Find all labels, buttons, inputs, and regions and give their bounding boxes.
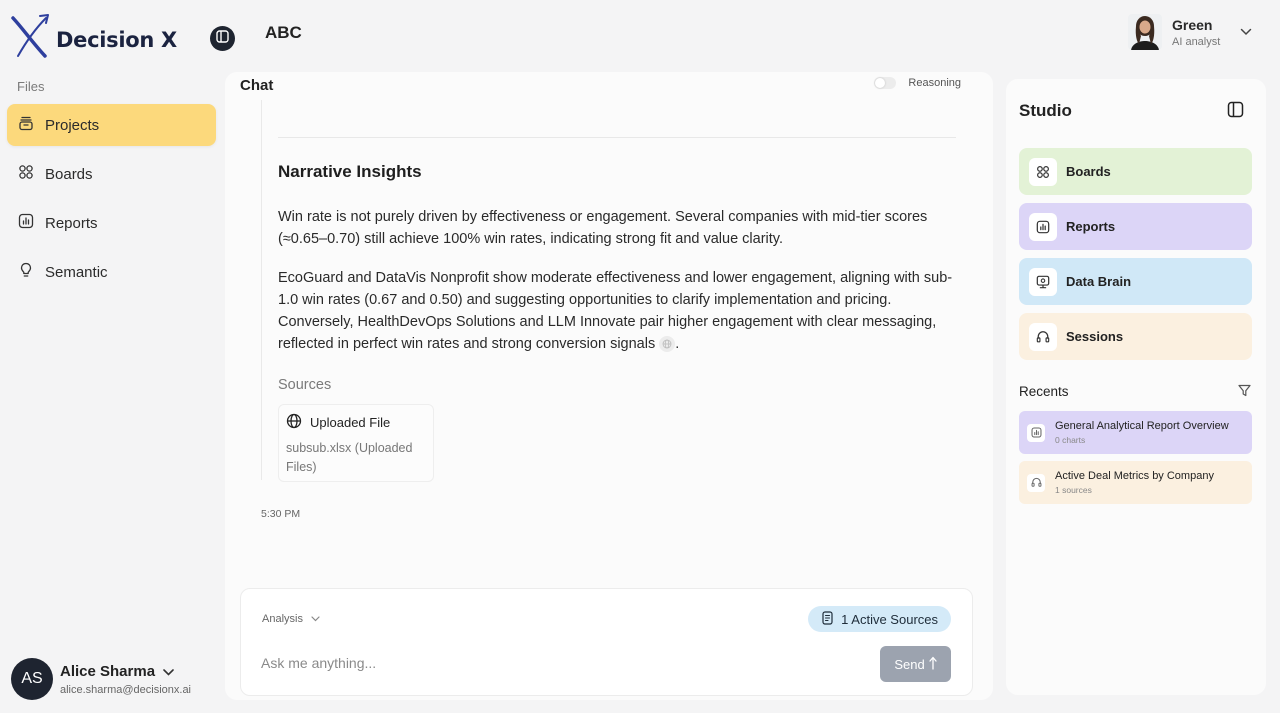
message-paragraph-end: . <box>675 336 680 352</box>
bar-chart-icon <box>1027 423 1045 442</box>
logo-x-icon <box>10 14 50 65</box>
tile-label: Boards <box>1066 164 1111 179</box>
user-role: AI analyst <box>1172 35 1221 48</box>
filter-icon[interactable] <box>1238 384 1251 402</box>
studio-tile-sessions[interactable]: Sessions <box>1019 313 1252 360</box>
studio-tile-reports[interactable]: Reports <box>1019 203 1252 250</box>
analysis-mode-select[interactable]: Analysis <box>262 613 320 625</box>
folder-stack-icon <box>18 115 34 135</box>
divider <box>278 137 956 138</box>
send-button[interactable]: Send <box>880 646 951 682</box>
bar-chart-icon <box>18 213 34 233</box>
studio-panel: Studio Boards Reports Data Brain Session… <box>1006 79 1266 695</box>
sidebar-item-semantic[interactable]: Semantic <box>7 251 216 293</box>
active-sources-label: 1 Active Sources <box>841 611 938 627</box>
reasoning-label: Reasoning <box>908 77 961 89</box>
tile-label: Data Brain <box>1066 274 1132 289</box>
message-paragraph: EcoGuard and DataVis Nonprofit show mode… <box>278 267 968 355</box>
sidebar-item-label: Projects <box>45 116 100 134</box>
source-description: subsub.xlsx (Uploaded Files) <box>286 441 413 474</box>
monitor-brain-icon <box>1029 267 1057 296</box>
send-label: Send <box>894 656 925 672</box>
source-title: Uploaded File <box>310 415 391 430</box>
headset-icon <box>1029 322 1057 351</box>
tile-label: Sessions <box>1066 329 1124 344</box>
account-menu[interactable]: AS Alice Sharma alice.sharma@decisionx.a… <box>11 658 191 700</box>
recent-subtitle: 1 sources <box>1055 485 1092 495</box>
active-sources-badge[interactable]: 1 Active Sources <box>808 606 951 632</box>
chat-title: Chat <box>240 77 274 94</box>
sidebar-item-label: Reports <box>45 214 98 232</box>
sources-label: Sources <box>278 377 332 393</box>
user-avatar <box>1128 14 1162 50</box>
citation-globe-icon[interactable] <box>659 336 676 353</box>
message-paragraph-text: EcoGuard and DataVis Nonprofit show mode… <box>278 270 953 352</box>
sidebar-item-boards[interactable]: Boards <box>7 153 216 195</box>
sidebar-item-label: Semantic <box>45 263 108 281</box>
message-timestamp: 5:30 PM <box>261 508 301 520</box>
app-name: Decision X <box>56 27 177 52</box>
mode-label: Analysis <box>262 613 303 625</box>
app-logo[interactable]: Decision X <box>10 14 177 65</box>
chevron-down-icon <box>311 613 320 625</box>
studio-tile-data-brain[interactable]: Data Brain <box>1019 258 1252 305</box>
sidebar-nav: Projects Boards Reports Semantic <box>7 104 216 300</box>
tile-label: Reports <box>1066 219 1116 234</box>
chevron-down-icon[interactable] <box>1240 23 1252 41</box>
recent-title: Active Deal Metrics by Company <box>1055 470 1214 482</box>
grid-icon <box>18 164 34 184</box>
message-heading: Narrative Insights <box>278 162 422 181</box>
document-icon <box>821 610 834 628</box>
recent-subtitle: 0 charts <box>1055 435 1086 445</box>
recents-title: Recents <box>1019 384 1069 399</box>
panel-toggle-icon <box>216 29 229 48</box>
sidebar-section-label: Files <box>17 79 45 94</box>
chat-panel: Chat Reasoning Narrative Insights Win ra… <box>225 72 993 700</box>
studio-tile-boards[interactable]: Boards <box>1019 148 1252 195</box>
grid-icon <box>1029 157 1057 186</box>
headset-icon <box>1027 473 1045 492</box>
recent-title: General Analytical Report Overview <box>1055 420 1229 432</box>
sidebar-item-label: Boards <box>45 165 93 183</box>
studio-title: Studio <box>1019 101 1072 120</box>
user-menu[interactable]: Green AI analyst <box>1128 14 1252 50</box>
user-name: Green <box>1172 16 1213 33</box>
bar-chart-icon <box>1029 212 1057 241</box>
globe-icon <box>286 413 302 432</box>
message-paragraph: Win rate is not purely driven by effecti… <box>278 209 928 247</box>
account-email: alice.sharma@decisionx.ai <box>60 683 192 696</box>
arrow-up-icon <box>929 656 937 673</box>
recent-item[interactable]: General Analytical Report Overview 0 cha… <box>1019 411 1252 454</box>
chevron-down-icon[interactable] <box>163 663 174 680</box>
lightbulb-icon <box>18 262 34 282</box>
account-name: Alice Sharma <box>60 662 156 680</box>
source-card[interactable]: Uploaded File subsub.xlsx (Uploaded File… <box>278 404 434 482</box>
recent-item[interactable]: Active Deal Metrics by Company 1 sources <box>1019 461 1252 504</box>
reasoning-toggle[interactable] <box>874 77 897 89</box>
reasoning-control: Reasoning <box>874 77 961 89</box>
chat-input[interactable] <box>261 651 821 675</box>
message-thread-line <box>261 100 262 480</box>
chat-composer: Analysis 1 Active Sources Send <box>240 588 973 696</box>
sidebar-toggle-button[interactable] <box>210 26 235 51</box>
sidebar-item-projects[interactable]: Projects <box>7 104 216 146</box>
project-title: ABC <box>265 23 302 42</box>
sidebar-item-reports[interactable]: Reports <box>7 202 216 244</box>
account-avatar: AS <box>11 658 53 700</box>
panel-toggle-icon[interactable] <box>1227 101 1244 123</box>
